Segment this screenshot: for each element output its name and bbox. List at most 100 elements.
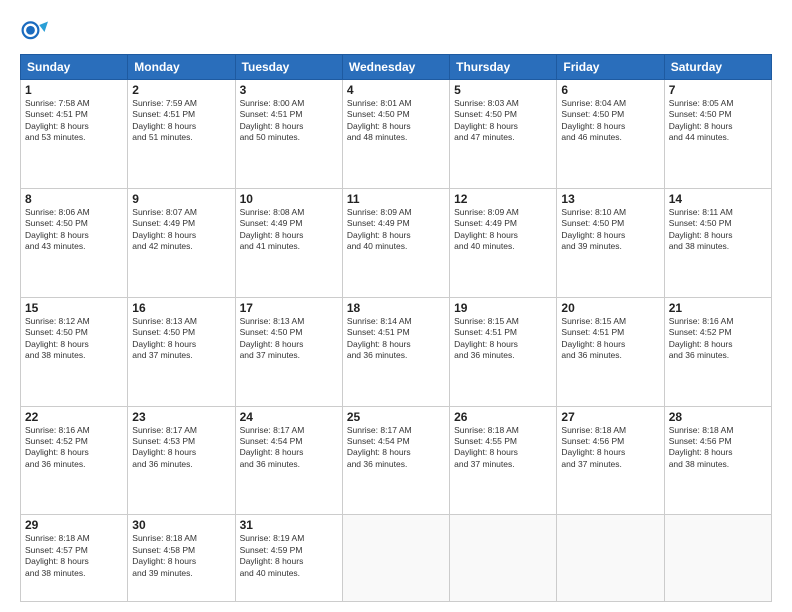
calendar-table: SundayMondayTuesdayWednesdayThursdayFrid… (20, 54, 772, 602)
calendar-cell: 27Sunrise: 8:18 AM Sunset: 4:56 PM Dayli… (557, 406, 664, 515)
day-number: 26 (454, 410, 552, 424)
calendar-cell (342, 515, 449, 602)
day-number: 12 (454, 192, 552, 206)
day-number: 16 (132, 301, 230, 315)
calendar-cell: 18Sunrise: 8:14 AM Sunset: 4:51 PM Dayli… (342, 297, 449, 406)
day-number: 24 (240, 410, 338, 424)
day-number: 4 (347, 83, 445, 97)
day-number: 14 (669, 192, 767, 206)
day-number: 23 (132, 410, 230, 424)
calendar-header-monday: Monday (128, 55, 235, 80)
day-number: 20 (561, 301, 659, 315)
day-info: Sunrise: 8:08 AM Sunset: 4:49 PM Dayligh… (240, 207, 338, 253)
calendar-cell: 15Sunrise: 8:12 AM Sunset: 4:50 PM Dayli… (21, 297, 128, 406)
calendar-cell (664, 515, 771, 602)
day-number: 11 (347, 192, 445, 206)
day-info: Sunrise: 8:07 AM Sunset: 4:49 PM Dayligh… (132, 207, 230, 253)
calendar-cell: 21Sunrise: 8:16 AM Sunset: 4:52 PM Dayli… (664, 297, 771, 406)
day-info: Sunrise: 8:18 AM Sunset: 4:55 PM Dayligh… (454, 425, 552, 471)
page: SundayMondayTuesdayWednesdayThursdayFrid… (0, 0, 792, 612)
calendar-header-sunday: Sunday (21, 55, 128, 80)
day-number: 28 (669, 410, 767, 424)
day-info: Sunrise: 8:13 AM Sunset: 4:50 PM Dayligh… (240, 316, 338, 362)
day-number: 8 (25, 192, 123, 206)
day-number: 21 (669, 301, 767, 315)
day-info: Sunrise: 8:18 AM Sunset: 4:56 PM Dayligh… (561, 425, 659, 471)
day-number: 31 (240, 518, 338, 532)
calendar-cell: 8Sunrise: 8:06 AM Sunset: 4:50 PM Daylig… (21, 188, 128, 297)
calendar-cell: 3Sunrise: 8:00 AM Sunset: 4:51 PM Daylig… (235, 80, 342, 189)
day-number: 6 (561, 83, 659, 97)
day-number: 2 (132, 83, 230, 97)
day-info: Sunrise: 8:12 AM Sunset: 4:50 PM Dayligh… (25, 316, 123, 362)
day-info: Sunrise: 8:09 AM Sunset: 4:49 PM Dayligh… (454, 207, 552, 253)
calendar-cell: 1Sunrise: 7:58 AM Sunset: 4:51 PM Daylig… (21, 80, 128, 189)
day-info: Sunrise: 8:18 AM Sunset: 4:58 PM Dayligh… (132, 533, 230, 579)
calendar-cell: 25Sunrise: 8:17 AM Sunset: 4:54 PM Dayli… (342, 406, 449, 515)
calendar-cell: 7Sunrise: 8:05 AM Sunset: 4:50 PM Daylig… (664, 80, 771, 189)
day-info: Sunrise: 8:15 AM Sunset: 4:51 PM Dayligh… (561, 316, 659, 362)
day-info: Sunrise: 8:18 AM Sunset: 4:56 PM Dayligh… (669, 425, 767, 471)
calendar-cell (450, 515, 557, 602)
calendar-cell: 16Sunrise: 8:13 AM Sunset: 4:50 PM Dayli… (128, 297, 235, 406)
calendar-header-row: SundayMondayTuesdayWednesdayThursdayFrid… (21, 55, 772, 80)
logo-icon (20, 18, 48, 46)
day-number: 27 (561, 410, 659, 424)
day-info: Sunrise: 8:17 AM Sunset: 4:54 PM Dayligh… (240, 425, 338, 471)
calendar-cell: 14Sunrise: 8:11 AM Sunset: 4:50 PM Dayli… (664, 188, 771, 297)
calendar-cell: 9Sunrise: 8:07 AM Sunset: 4:49 PM Daylig… (128, 188, 235, 297)
day-number: 1 (25, 83, 123, 97)
day-info: Sunrise: 8:18 AM Sunset: 4:57 PM Dayligh… (25, 533, 123, 579)
calendar-cell: 11Sunrise: 8:09 AM Sunset: 4:49 PM Dayli… (342, 188, 449, 297)
day-info: Sunrise: 8:05 AM Sunset: 4:50 PM Dayligh… (669, 98, 767, 144)
day-number: 17 (240, 301, 338, 315)
day-info: Sunrise: 8:11 AM Sunset: 4:50 PM Dayligh… (669, 207, 767, 253)
calendar-cell: 10Sunrise: 8:08 AM Sunset: 4:49 PM Dayli… (235, 188, 342, 297)
logo (20, 18, 52, 46)
calendar-cell: 19Sunrise: 8:15 AM Sunset: 4:51 PM Dayli… (450, 297, 557, 406)
day-info: Sunrise: 8:09 AM Sunset: 4:49 PM Dayligh… (347, 207, 445, 253)
day-number: 25 (347, 410, 445, 424)
calendar-cell: 23Sunrise: 8:17 AM Sunset: 4:53 PM Dayli… (128, 406, 235, 515)
day-number: 5 (454, 83, 552, 97)
day-info: Sunrise: 8:06 AM Sunset: 4:50 PM Dayligh… (25, 207, 123, 253)
day-number: 3 (240, 83, 338, 97)
day-number: 9 (132, 192, 230, 206)
calendar-cell: 5Sunrise: 8:03 AM Sunset: 4:50 PM Daylig… (450, 80, 557, 189)
day-info: Sunrise: 8:01 AM Sunset: 4:50 PM Dayligh… (347, 98, 445, 144)
day-info: Sunrise: 8:17 AM Sunset: 4:53 PM Dayligh… (132, 425, 230, 471)
day-number: 13 (561, 192, 659, 206)
calendar-cell: 24Sunrise: 8:17 AM Sunset: 4:54 PM Dayli… (235, 406, 342, 515)
calendar-cell: 28Sunrise: 8:18 AM Sunset: 4:56 PM Dayli… (664, 406, 771, 515)
calendar-cell: 22Sunrise: 8:16 AM Sunset: 4:52 PM Dayli… (21, 406, 128, 515)
day-info: Sunrise: 8:10 AM Sunset: 4:50 PM Dayligh… (561, 207, 659, 253)
day-number: 29 (25, 518, 123, 532)
day-number: 10 (240, 192, 338, 206)
calendar-cell: 26Sunrise: 8:18 AM Sunset: 4:55 PM Dayli… (450, 406, 557, 515)
day-number: 7 (669, 83, 767, 97)
day-info: Sunrise: 8:15 AM Sunset: 4:51 PM Dayligh… (454, 316, 552, 362)
calendar-cell: 20Sunrise: 8:15 AM Sunset: 4:51 PM Dayli… (557, 297, 664, 406)
day-info: Sunrise: 7:59 AM Sunset: 4:51 PM Dayligh… (132, 98, 230, 144)
day-info: Sunrise: 8:16 AM Sunset: 4:52 PM Dayligh… (669, 316, 767, 362)
day-number: 15 (25, 301, 123, 315)
day-info: Sunrise: 8:00 AM Sunset: 4:51 PM Dayligh… (240, 98, 338, 144)
calendar-cell: 4Sunrise: 8:01 AM Sunset: 4:50 PM Daylig… (342, 80, 449, 189)
calendar-header-thursday: Thursday (450, 55, 557, 80)
calendar-cell: 30Sunrise: 8:18 AM Sunset: 4:58 PM Dayli… (128, 515, 235, 602)
calendar-header-saturday: Saturday (664, 55, 771, 80)
header (20, 18, 772, 46)
day-info: Sunrise: 8:14 AM Sunset: 4:51 PM Dayligh… (347, 316, 445, 362)
calendar-cell: 29Sunrise: 8:18 AM Sunset: 4:57 PM Dayli… (21, 515, 128, 602)
day-info: Sunrise: 8:04 AM Sunset: 4:50 PM Dayligh… (561, 98, 659, 144)
day-number: 30 (132, 518, 230, 532)
calendar-cell: 13Sunrise: 8:10 AM Sunset: 4:50 PM Dayli… (557, 188, 664, 297)
calendar-header-wednesday: Wednesday (342, 55, 449, 80)
calendar-header-friday: Friday (557, 55, 664, 80)
day-info: Sunrise: 8:16 AM Sunset: 4:52 PM Dayligh… (25, 425, 123, 471)
day-info: Sunrise: 8:03 AM Sunset: 4:50 PM Dayligh… (454, 98, 552, 144)
calendar-cell: 31Sunrise: 8:19 AM Sunset: 4:59 PM Dayli… (235, 515, 342, 602)
day-info: Sunrise: 8:19 AM Sunset: 4:59 PM Dayligh… (240, 533, 338, 579)
day-info: Sunrise: 8:13 AM Sunset: 4:50 PM Dayligh… (132, 316, 230, 362)
calendar-header-tuesday: Tuesday (235, 55, 342, 80)
